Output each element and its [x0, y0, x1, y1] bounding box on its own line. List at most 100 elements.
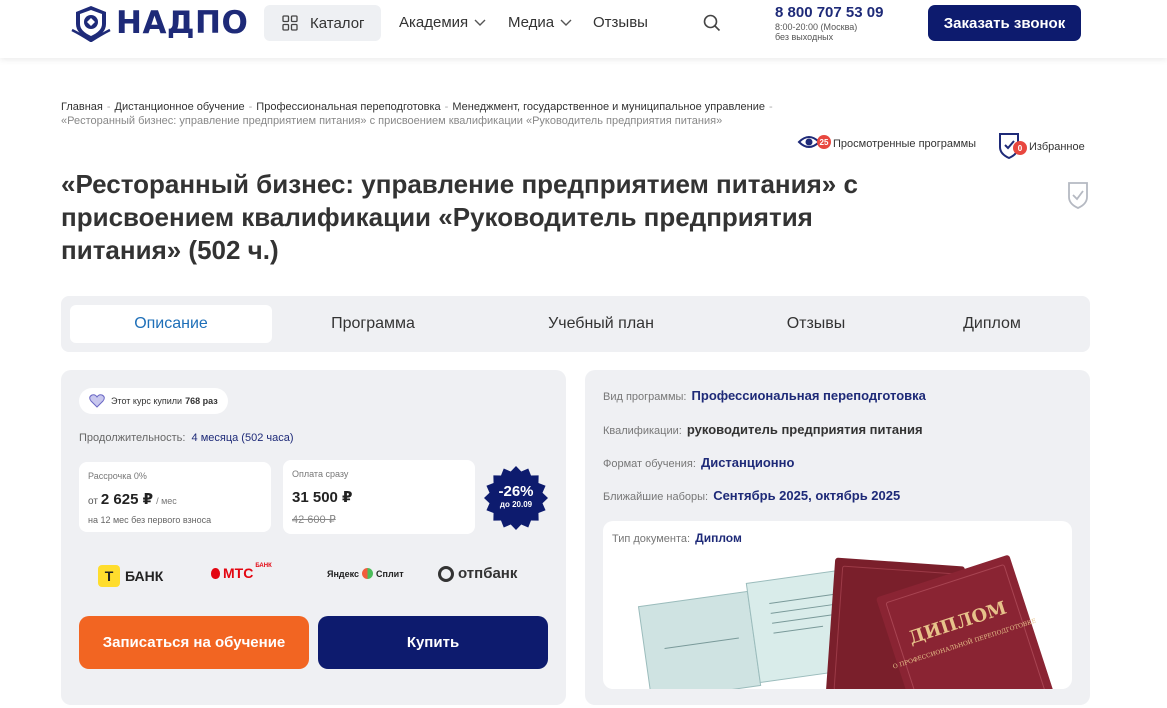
- eye-icon: 25: [797, 131, 831, 156]
- enroll-button[interactable]: Записаться на обучение: [79, 616, 309, 669]
- installment-suffix: / мес: [156, 496, 177, 506]
- tbank-logo: Т БАНК: [98, 565, 163, 587]
- old-price: 42 600 ₽: [292, 514, 336, 526]
- mts-egg-icon: [211, 567, 220, 579]
- bought-count: 768 раз: [185, 396, 218, 406]
- discount-until: до 20.09: [499, 500, 533, 509]
- installment-price: от 2 625 ₽ / мес: [88, 490, 177, 508]
- enrollment-value: Сентябрь 2025, октябрь 2025: [713, 488, 901, 503]
- qualification-value: руководитель предприятия питания: [686, 422, 923, 437]
- viewed-label: Просмотренные программы: [833, 137, 977, 150]
- favorites-link[interactable]: 0 Избранное: [997, 131, 1085, 162]
- discount-text: -26% до 20.09: [484, 483, 548, 510]
- discount-percent: -26%: [498, 483, 534, 500]
- otp-text: отпбанк: [458, 565, 518, 582]
- viewed-programs-link[interactable]: 25 Просмотренные программы: [797, 131, 976, 156]
- full-payment-amount: 31 500 ₽: [292, 489, 353, 506]
- nav-academy[interactable]: Академия: [399, 14, 486, 31]
- breadcrumb-link[interactable]: Менеджмент, государственное и муниципаль…: [452, 101, 765, 113]
- page-title: «Ресторанный бизнес: управление предприя…: [61, 169, 858, 265]
- program-info-card: Вид программы: Профессиональная переподг…: [585, 370, 1090, 705]
- diploma-image: ДИПЛОМ О ПРОФЕССИОНАЛЬНОЙ ПЕРЕПОДГОТОВКЕ: [637, 555, 1055, 689]
- logo-emblem-icon: [71, 6, 111, 42]
- favorites-shield-icon: 0: [997, 131, 1027, 162]
- phone-number[interactable]: 8 800 707 53 09: [775, 4, 883, 21]
- document-type-label: Тип документа:: [612, 533, 691, 545]
- favorites-count-badge: 0: [1013, 141, 1027, 155]
- logo-text: НАДПО: [116, 5, 249, 41]
- qualification-label: Квалификации:: [603, 425, 682, 437]
- program-type-label: Вид программы:: [603, 391, 687, 403]
- grid-icon: [282, 15, 298, 31]
- breadcrumb-separator: -: [248, 101, 253, 113]
- tab-curriculum[interactable]: Учебный план: [499, 305, 703, 343]
- nav-academy-label: Академия: [399, 14, 469, 31]
- breadcrumb-link[interactable]: Профессиональная переподготовка: [256, 101, 440, 113]
- breadcrumb-link[interactable]: Дистанционное обучение: [115, 101, 245, 113]
- program-type-row: Вид программы: Профессиональная переподг…: [603, 388, 926, 403]
- full-payment-box: Оплата сразу 31 500 ₽ 42 600 ₽: [283, 460, 475, 534]
- add-favorite-icon[interactable]: [1067, 181, 1089, 209]
- otp-bank-logo: отпбанк: [438, 565, 517, 582]
- breadcrumb-separator: -: [444, 101, 449, 113]
- tab-program[interactable]: Программа: [272, 305, 474, 343]
- catalog-button[interactable]: Каталог: [264, 5, 381, 41]
- tbank-text: БАНК: [125, 568, 164, 584]
- format-value: Дистанционно: [700, 455, 795, 470]
- installment-box: Рассрочка 0% от 2 625 ₽ / мес на 12 мес бе…: [79, 462, 271, 532]
- document-type-value: Диплом: [695, 531, 742, 545]
- installment-label: Рассрочка 0%: [88, 471, 147, 481]
- request-call-button[interactable]: Заказать звонок: [928, 5, 1081, 41]
- nav-media-label: Медиа: [508, 14, 555, 31]
- format-label: Формат обучения:: [603, 458, 696, 470]
- split-text: Сплит: [376, 568, 404, 579]
- enrollment-label: Ближайшие наборы:: [603, 491, 709, 503]
- buy-button[interactable]: Купить: [318, 616, 548, 669]
- installment-amount: 2 625 ₽: [100, 491, 154, 508]
- bought-prefix: Этот курс купили: [111, 396, 183, 406]
- purchase-card: Этот курс купили 768 раз Продолжительнос…: [61, 370, 566, 705]
- phone-hours: 8:00-20:00 (Москва) без выходных: [775, 22, 857, 42]
- installment-note: на 12 мес без первого взноса: [88, 515, 212, 525]
- nav-media[interactable]: Медиа: [508, 14, 572, 31]
- breadcrumb: Главная - Дистанционное обучение - Профессио…: [61, 100, 831, 128]
- tab-reviews[interactable]: Отзывы: [743, 305, 889, 343]
- purchase-count-badge: Этот курс купили 768 раз: [79, 388, 228, 414]
- logo[interactable]: НАДПО: [70, 4, 248, 42]
- duration-value: 4 месяца (502 часа): [191, 432, 294, 444]
- hours-line-1: 8:00-20:00 (Москва): [775, 22, 858, 32]
- search-icon[interactable]: [703, 14, 721, 32]
- tab-bar: Описание Программа Учебный план Отзывы Д…: [61, 296, 1090, 352]
- yandex-text: Яндекс: [327, 568, 360, 579]
- breadcrumb-separator: -: [768, 101, 773, 113]
- document-preview: ДИПЛОМ О ПРОФЕССИОНАЛЬНОЙ ПЕРЕПОДГОТОВКЕ…: [603, 521, 1072, 689]
- program-type-value: Профессиональная переподготовка: [691, 388, 926, 403]
- chevron-down-icon: [560, 19, 572, 26]
- breadcrumb-separator: -: [106, 101, 111, 113]
- installment-prefix: от: [88, 496, 98, 507]
- tbank-mark-icon: Т: [98, 565, 120, 587]
- nav-reviews[interactable]: Отзывы: [593, 14, 648, 31]
- full-payment-label: Оплата сразу: [292, 469, 349, 479]
- chevron-down-icon: [474, 19, 486, 26]
- nav-reviews-label: Отзывы: [593, 14, 648, 31]
- heart-icon: [89, 394, 105, 408]
- breadcrumb-current: «Ресторанный бизнес: управление предприя…: [61, 115, 723, 127]
- mts-sub: БАНК: [255, 563, 272, 569]
- hours-line-2: без выходных: [775, 32, 834, 42]
- duration: Продолжительность: 4 месяца (502 часа): [79, 432, 294, 444]
- favorites-label: Избранное: [1029, 140, 1085, 153]
- duration-label: Продолжительность:: [79, 432, 186, 444]
- tab-diploma[interactable]: Диплом: [919, 305, 1065, 343]
- document-type: Тип документа: Диплом: [612, 531, 742, 545]
- breadcrumb-link[interactable]: Главная: [61, 101, 103, 113]
- mts-bank-logo: МТС БАНК: [211, 563, 272, 581]
- qualification-row: Квалификации: руководитель предприятия п…: [603, 422, 923, 437]
- enrollment-row: Ближайшие наборы: Сентябрь 2025, октябрь…: [603, 488, 900, 503]
- catalog-label: Каталог: [310, 14, 365, 32]
- tab-description[interactable]: Описание: [70, 305, 272, 343]
- yandex-split-logo: Яндекс Сплит: [327, 568, 404, 579]
- format-row: Формат обучения: Дистанционно: [603, 455, 794, 470]
- viewed-count-badge: 25: [817, 135, 831, 149]
- split-circle-icon: [362, 568, 374, 579]
